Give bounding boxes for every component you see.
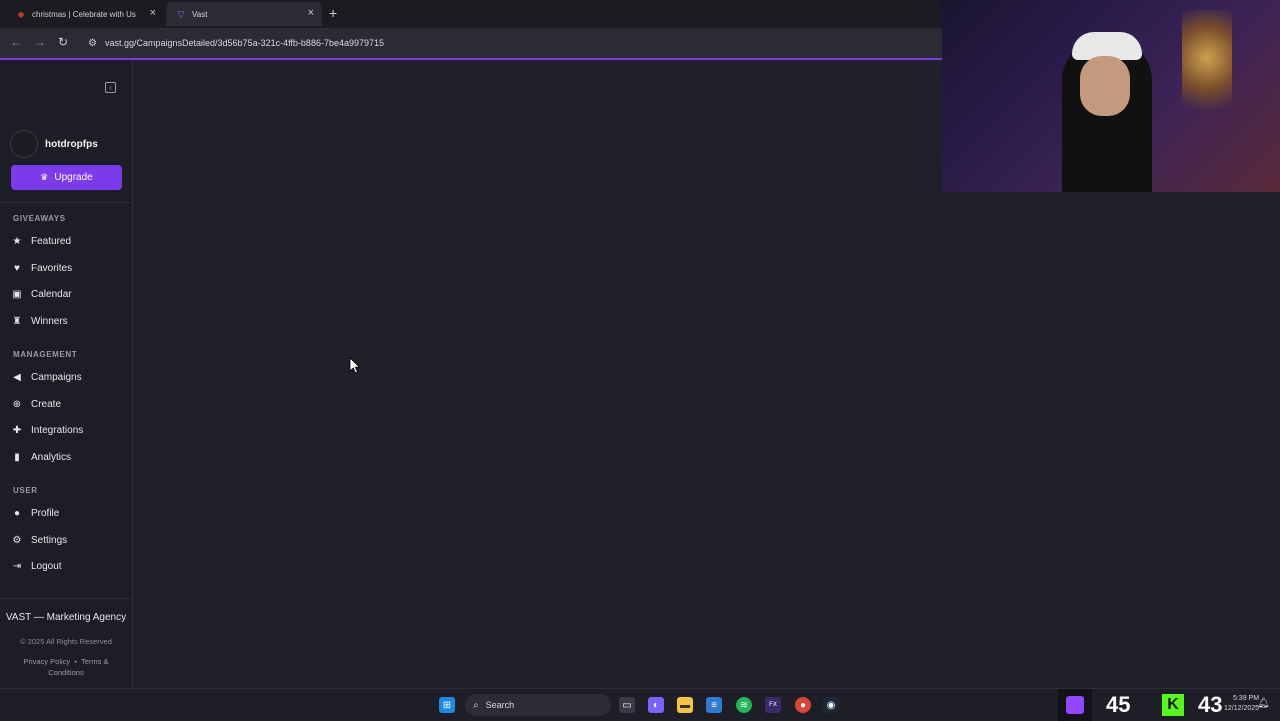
username: hotdropfps <box>45 138 98 150</box>
user-icon: ● <box>13 507 21 519</box>
clock-date: 12/12/2025 <box>1224 705 1260 712</box>
star-icon: ★ <box>12 235 22 247</box>
christmas-tree-image <box>1182 10 1232 130</box>
privacy-policy-link[interactable]: Privacy Policy <box>23 657 70 666</box>
sidebar-item-label: Campaigns <box>31 371 82 383</box>
section-label-giveaways: GIVEAWAYS <box>13 214 66 223</box>
puzzle-icon: ✚ <box>12 424 22 436</box>
sidebar-item-label: Settings <box>31 534 68 546</box>
address-bar[interactable]: ⚙ vast.gg/CampaignsDetailed/3d56b75a-321… <box>82 32 942 54</box>
mouse-cursor-icon <box>349 357 361 374</box>
vast-favicon-icon: ▽ <box>177 8 185 19</box>
sidebar-item-profile[interactable]: ● Profile <box>11 504 59 522</box>
sidebar: ‹ hotdropfps ♛ Upgrade GIVEAWAYS ★ Featu… <box>0 60 133 688</box>
sidebar-item-label: Analytics <box>31 451 72 463</box>
sidebar-item-campaigns[interactable]: ◀ Campaigns <box>11 368 82 386</box>
footer-brand: VAST — Marketing Agency <box>5 612 127 623</box>
bar-chart-icon: ▮ <box>14 451 20 463</box>
sidebar-divider <box>0 202 132 203</box>
kick-count: 43 <box>1198 692 1223 717</box>
footer-separator: • <box>74 657 77 666</box>
file-explorer-icon[interactable]: ▬ <box>677 697 693 713</box>
sidebar-item-label: Favorites <box>31 262 73 274</box>
sidebar-item-calendar[interactable]: ▣ Calendar <box>11 285 72 303</box>
site-info-icon[interactable]: ⚙ <box>88 38 97 49</box>
upgrade-button[interactable]: ♛ Upgrade <box>11 165 122 190</box>
kick-icon: K <box>1162 694 1184 716</box>
webcam-overlay <box>942 0 1280 192</box>
close-tab-icon[interactable]: × <box>308 7 314 19</box>
section-label-user: USER <box>13 486 38 495</box>
sidebar-item-favorites[interactable]: ♥ Favorites <box>11 259 72 277</box>
back-arrow-icon[interactable]: ← <box>10 35 22 49</box>
user-profile-row[interactable]: hotdropfps <box>10 130 98 158</box>
close-tab-icon[interactable]: × <box>150 7 156 19</box>
sidebar-item-label: Featured <box>31 235 72 247</box>
collapse-sidebar-icon[interactable]: ‹ <box>105 82 116 93</box>
twitch-icon <box>1066 696 1084 714</box>
sidebar-item-integrations[interactable]: ✚ Integrations <box>11 421 83 439</box>
sidebar-item-label: Calendar <box>31 288 72 300</box>
sidebar-item-logout[interactable]: ⇥ Logout <box>11 557 62 575</box>
hudfx-icon[interactable]: FX <box>765 697 781 713</box>
sidebar-item-settings[interactable]: ⚙ Settings <box>11 531 68 549</box>
copilot-icon[interactable]: ◐ <box>648 697 664 713</box>
notepad-icon[interactable]: ≡ <box>706 697 722 713</box>
avatar <box>10 130 38 158</box>
calendar-icon: ▣ <box>12 288 22 300</box>
megaphone-icon: ◀ <box>13 371 21 383</box>
notification-bell-icon[interactable]: 🔔︎ <box>1257 698 1270 709</box>
taskbar: ⊞ ⌕ Search ▭ ◐ ▬ ≡ ≋ FX ● ◉ 45 K 43 5:39… <box>0 688 1280 721</box>
footer-copyright: © 2025 All Rights Reserved <box>20 637 112 646</box>
plus-circle-icon: ⊕ <box>12 398 22 410</box>
clock-time: 5:39 PM <box>1232 695 1260 702</box>
tab-title: christmas | Celebrate with Us <box>32 9 136 19</box>
footer-links: Privacy Policy • Terms & Conditions <box>10 656 122 678</box>
url-text: vast.gg/CampaignsDetailed/3d56b75a-321c-… <box>104 38 385 48</box>
new-tab-button[interactable]: + <box>329 5 337 21</box>
crown-icon: ♛ <box>40 172 49 182</box>
sidebar-item-featured[interactable]: ★ Featured <box>11 232 72 250</box>
sidebar-item-label: Profile <box>31 507 60 519</box>
steam-icon[interactable]: ◉ <box>823 697 839 713</box>
sidebar-item-create[interactable]: ⊕ Create <box>11 395 61 413</box>
browser-tab[interactable]: ◆ christmas | Celebrate with Us × <box>6 2 164 26</box>
tab-title: Vast <box>192 9 208 19</box>
section-label-management: MANAGEMENT <box>13 350 78 359</box>
windows-start-icon[interactable]: ⊞ <box>439 697 455 713</box>
sidebar-item-winners[interactable]: ♜ Winners <box>11 312 68 330</box>
heart-icon: ♥ <box>14 262 20 274</box>
streamer-face-image <box>1080 56 1130 116</box>
trophy-icon: ♜ <box>12 315 22 327</box>
twitch-counter <box>1058 689 1092 721</box>
spotify-icon[interactable]: ≋ <box>736 697 752 713</box>
upgrade-label: Upgrade <box>54 172 93 183</box>
system-clock[interactable]: 5:39 PM 12/12/2025 <box>1224 694 1259 714</box>
logout-icon: ⇥ <box>12 560 22 572</box>
sidebar-item-label: Winners <box>31 315 68 327</box>
taskbar-search-label: Search <box>485 700 515 710</box>
twitch-count: 45 <box>1106 692 1131 717</box>
sidebar-divider <box>0 598 132 599</box>
task-view-icon[interactable]: ▭ <box>619 697 635 713</box>
sidebar-item-label: Create <box>31 398 62 410</box>
browser-tab-active[interactable]: ▽ Vast × <box>166 2 322 26</box>
sidebar-item-label: Logout <box>31 560 62 572</box>
taskbar-search[interactable]: ⌕ Search <box>465 694 611 716</box>
tab-favicon-icon: ◆ <box>17 8 25 19</box>
search-icon: ⌕ <box>473 699 479 711</box>
reload-icon[interactable]: ↻ <box>58 35 68 49</box>
gear-icon: ⚙ <box>12 534 22 546</box>
sidebar-item-analytics[interactable]: ▮ Analytics <box>11 448 71 466</box>
forward-arrow-icon[interactable]: → <box>34 35 46 49</box>
sidebar-item-label: Integrations <box>31 424 84 436</box>
chrome-icon[interactable]: ● <box>795 697 811 713</box>
